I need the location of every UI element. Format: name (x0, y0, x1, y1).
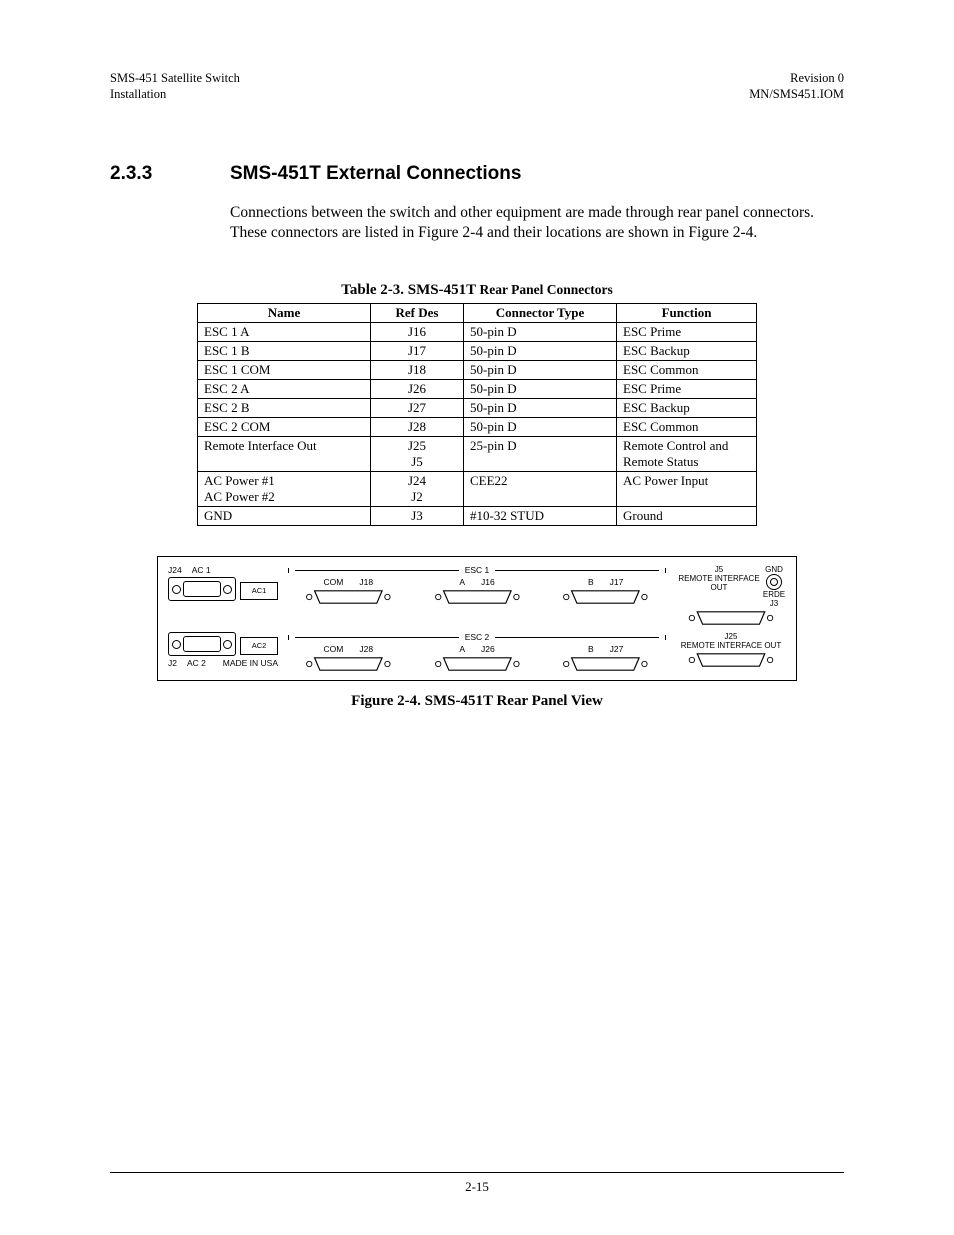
table-header-row: Name Ref Des Connector Type Function (198, 304, 757, 323)
db-connector-icon (676, 652, 786, 668)
section-heading: 2.3.3 SMS-451T External Connections (110, 163, 844, 185)
table-row: GNDJ3#10-32 STUDGround (198, 507, 757, 526)
table-row: ESC 2 COMJ2850-pin DESC Common (198, 418, 757, 437)
table-caption: Table 2-3. SMS-451T Rear Panel Connector… (110, 282, 844, 299)
table-row: ESC 1 AJ1650-pin DESC Prime (198, 323, 757, 342)
th-ref: Ref Des (371, 304, 464, 323)
ac-socket-icon (168, 577, 236, 601)
ac2-block: AC2 J2AC 2 MADE IN USA (168, 632, 278, 668)
body-paragraph: Connections between the switch and other… (230, 203, 844, 245)
table-row: ESC 2 BJ2750-pin DESC Backup (198, 399, 757, 418)
th-type: Connector Type (464, 304, 617, 323)
header-right: Revision 0MN/SMS451.IOM (749, 70, 844, 103)
page-number: 2-15 (465, 1179, 489, 1194)
section-number: 2.3.3 (110, 163, 230, 185)
section-title: SMS-451T External Connections (230, 163, 521, 185)
db-connector-icon (417, 656, 538, 672)
page-footer: 2-15 (110, 1172, 844, 1195)
db-connector-icon (288, 656, 409, 672)
ac-socket-icon (168, 632, 236, 656)
db-connector-icon (676, 610, 786, 626)
ac2-label: AC2 (240, 637, 278, 655)
table-row: AC Power #1 AC Power #2J24 J2CEE22AC Pow… (198, 472, 757, 507)
page-header: SMS-451 Satellite SwitchInstallation Rev… (110, 70, 844, 103)
figure-caption: Figure 2-4. SMS-451T Rear Panel View (110, 693, 844, 710)
db-connector-icon (288, 589, 409, 605)
table-row: ESC 1 BJ1750-pin DESC Backup (198, 342, 757, 361)
table-row: Remote Interface OutJ25 J525-pin DRemote… (198, 437, 757, 472)
db-connector-icon (545, 589, 666, 605)
ground-stud-icon (766, 574, 782, 590)
header-left: SMS-451 Satellite SwitchInstallation (110, 70, 240, 103)
table-row: ESC 1 COMJ1850-pin DESC Common (198, 361, 757, 380)
table-row: ESC 2 AJ2650-pin DESC Prime (198, 380, 757, 399)
connectors-table: Name Ref Des Connector Type Function ESC… (197, 303, 757, 526)
rear-panel-figure: J24AC 1 AC1 ESC 1 COMJ18 (157, 556, 797, 681)
ac1-label: AC1 (240, 582, 278, 600)
ac1-block: J24AC 1 AC1 (168, 565, 278, 601)
db-connector-icon (545, 656, 666, 672)
db-connector-icon (417, 589, 538, 605)
th-func: Function (617, 304, 757, 323)
th-name: Name (198, 304, 371, 323)
